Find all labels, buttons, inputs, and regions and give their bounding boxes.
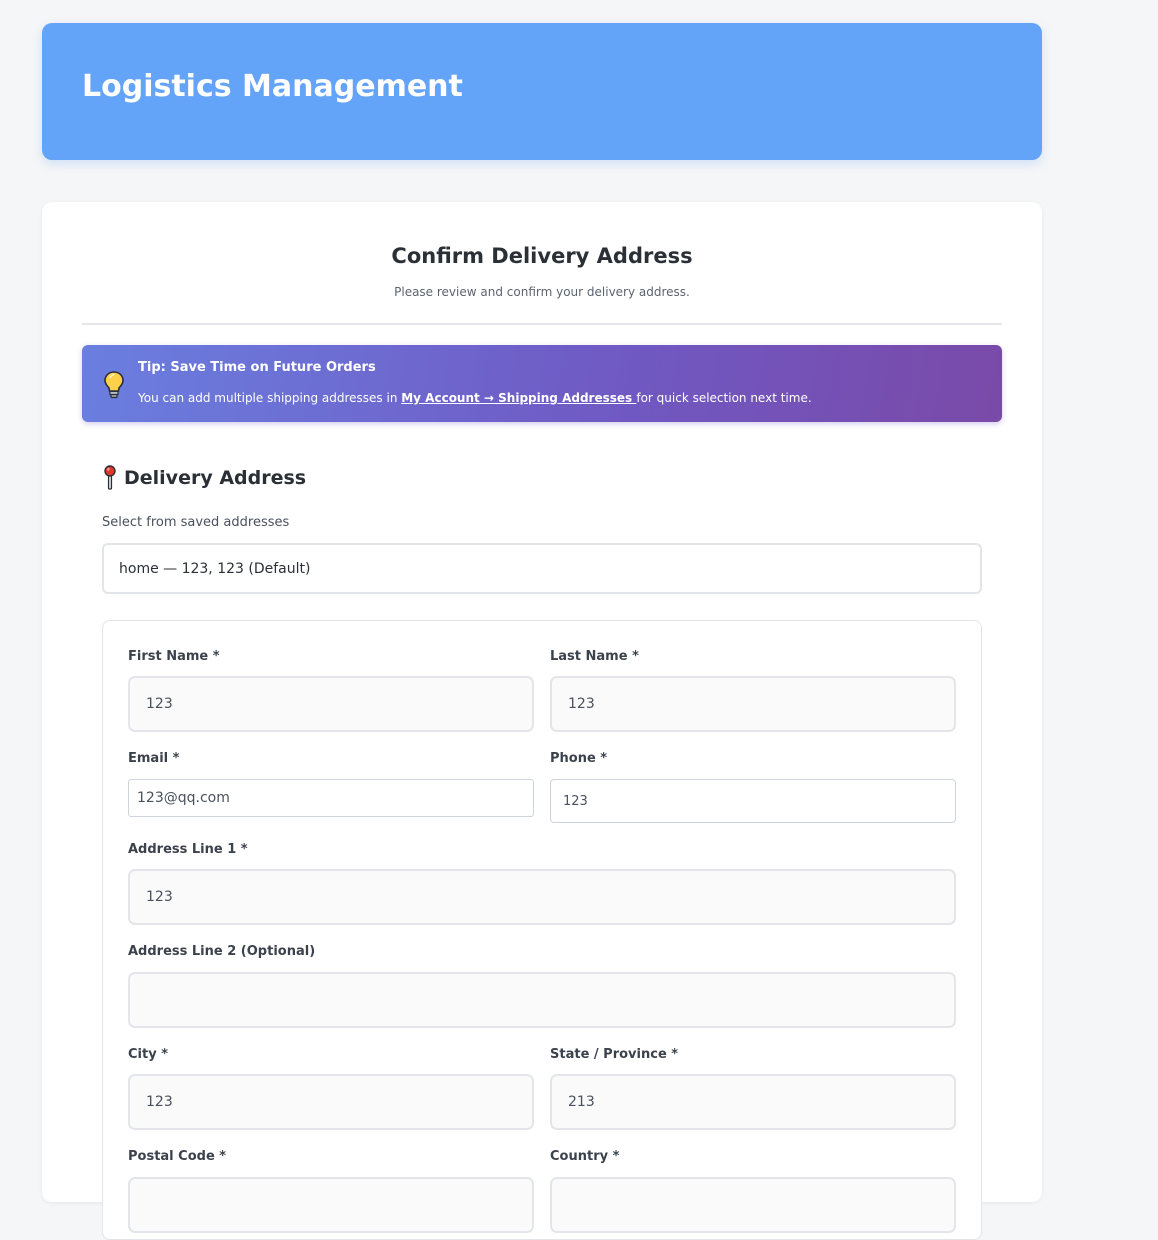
state-label: State / Province * bbox=[550, 1047, 679, 1062]
page-title: Confirm Delivery Address bbox=[391, 244, 693, 268]
last-name-label: Last Name * bbox=[550, 649, 639, 664]
postal-code-input[interactable] bbox=[128, 1177, 534, 1233]
tip-text-before: You can add multiple shipping addresses … bbox=[138, 391, 402, 405]
section-title-text: Delivery Address bbox=[124, 467, 307, 489]
shipping-addresses-link[interactable]: My Account → Shipping Addresses bbox=[401, 391, 636, 405]
address-line1-input[interactable]: 123 bbox=[128, 869, 956, 925]
country-input[interactable] bbox=[550, 1177, 956, 1233]
email-label: Email * bbox=[128, 751, 180, 766]
tip-text: You can add multiple shipping addresses … bbox=[138, 391, 812, 405]
saved-addresses-label: Select from saved addresses bbox=[102, 515, 290, 530]
address-form: First Name * 123 Last Name * 123 Email *… bbox=[102, 620, 982, 1240]
tip-title: Tip: Save Time on Future Orders bbox=[138, 360, 376, 375]
city-label: City * bbox=[128, 1047, 169, 1062]
address-line2-input[interactable] bbox=[128, 972, 956, 1028]
tip-text-after: for quick selection next time. bbox=[636, 391, 812, 405]
email-input[interactable]: 123@qq.com bbox=[128, 779, 534, 817]
country-label: Country * bbox=[550, 1149, 620, 1164]
tip-banner: Tip: Save Time on Future Orders You can … bbox=[82, 345, 1002, 422]
address-line1-label: Address Line 1 * bbox=[128, 842, 248, 857]
phone-label: Phone * bbox=[550, 751, 608, 766]
postal-code-label: Postal Code * bbox=[128, 1149, 227, 1164]
phone-input[interactable]: 123 bbox=[550, 779, 956, 823]
first-name-label: First Name * bbox=[128, 649, 220, 664]
saved-addresses-select[interactable]: home — 123, 123 (Default) bbox=[102, 543, 982, 594]
section-title-delivery-address: Delivery Address bbox=[102, 464, 306, 492]
city-input[interactable]: 123 bbox=[128, 1074, 534, 1130]
divider bbox=[82, 323, 1002, 325]
app-header: Logistics Management bbox=[42, 23, 1042, 160]
last-name-input[interactable]: 123 bbox=[550, 676, 956, 732]
app-title: Logistics Management bbox=[82, 69, 463, 104]
pushpin-icon bbox=[104, 465, 116, 490]
address-line2-label: Address Line 2 (Optional) bbox=[128, 944, 316, 959]
confirm-address-card: Confirm Delivery Address Please review a… bbox=[42, 202, 1042, 1240]
page-subtitle: Please review and confirm your delivery … bbox=[394, 285, 690, 299]
lightbulb-icon bbox=[104, 371, 124, 399]
state-input[interactable]: 213 bbox=[550, 1074, 956, 1130]
first-name-input[interactable]: 123 bbox=[128, 676, 534, 732]
